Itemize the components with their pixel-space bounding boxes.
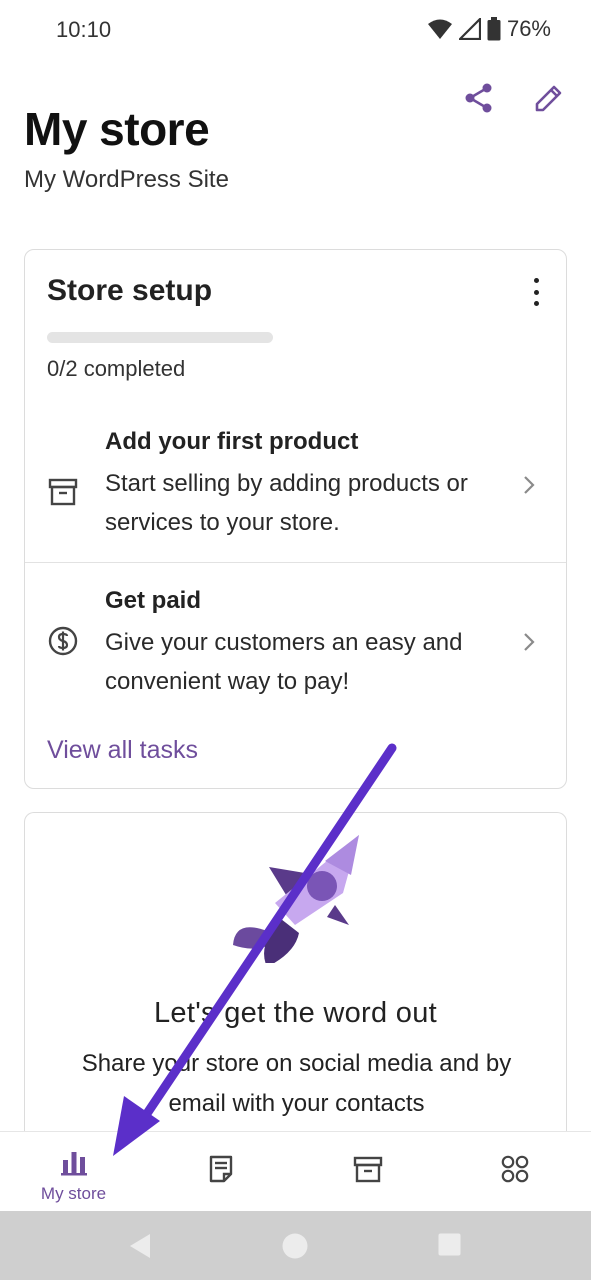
menu-grid-icon bbox=[501, 1155, 528, 1183]
promo-title: Let's get the word out bbox=[154, 997, 437, 1029]
orders-icon bbox=[209, 1155, 232, 1183]
task-title: Add your first product bbox=[105, 428, 359, 455]
task-description: Give your customers an easy and convenie… bbox=[105, 629, 463, 695]
rocket-illustration bbox=[233, 835, 359, 963]
task-get-paid[interactable]: Get paid Give your customers an easy and… bbox=[25, 562, 566, 717]
setup-progress-bar bbox=[47, 332, 273, 343]
products-icon bbox=[353, 1156, 382, 1183]
recents-icon[interactable] bbox=[438, 1233, 461, 1256]
task-description: Start selling by adding products or serv… bbox=[105, 470, 468, 536]
edit-pencil-icon[interactable] bbox=[533, 82, 565, 114]
store-setup-title: Store setup bbox=[47, 274, 213, 307]
chevron-right-icon bbox=[524, 476, 535, 494]
home-icon[interactable] bbox=[282, 1233, 308, 1259]
chevron-right-icon bbox=[524, 633, 535, 651]
page-title: My store bbox=[24, 103, 210, 155]
dollar-circle-icon bbox=[48, 626, 78, 656]
nav-my-store[interactable]: My store bbox=[0, 1132, 147, 1212]
bottom-navigation: My store bbox=[0, 1131, 591, 1211]
nav-menu[interactable] bbox=[441, 1132, 588, 1212]
back-icon[interactable] bbox=[128, 1233, 152, 1259]
header-actions bbox=[463, 82, 565, 114]
share-icon[interactable] bbox=[463, 82, 495, 114]
nav-orders[interactable] bbox=[147, 1132, 294, 1212]
wifi-icon bbox=[427, 19, 452, 39]
task-title: Get paid bbox=[105, 587, 202, 614]
store-setup-card: Store setup 0/2 completed Add your first… bbox=[24, 249, 567, 789]
site-name: My WordPress Site bbox=[24, 166, 229, 193]
more-options-icon[interactable] bbox=[526, 278, 546, 306]
system-navigation-bar bbox=[0, 1211, 591, 1280]
setup-progress-text: 0/2 completed bbox=[47, 356, 186, 381]
status-icons: 76% bbox=[427, 16, 551, 42]
battery-icon bbox=[487, 17, 501, 41]
view-all-tasks-link[interactable]: View all tasks bbox=[47, 736, 198, 765]
bar-chart-icon bbox=[60, 1152, 87, 1176]
battery-percent: 76% bbox=[506, 16, 551, 41]
task-add-first-product[interactable]: Add your first product Start selling by … bbox=[25, 410, 566, 565]
promo-description: Share your store on social media and by … bbox=[81, 1050, 512, 1117]
nav-label: My store bbox=[40, 1184, 107, 1203]
cell-signal-icon bbox=[458, 18, 481, 40]
status-bar: 10:10 76% bbox=[0, 0, 591, 60]
share-store-card: Let's get the word out Share your store … bbox=[24, 812, 567, 1172]
status-time: 10:10 bbox=[56, 17, 112, 42]
archive-box-icon bbox=[48, 478, 78, 506]
nav-products[interactable] bbox=[294, 1132, 441, 1212]
